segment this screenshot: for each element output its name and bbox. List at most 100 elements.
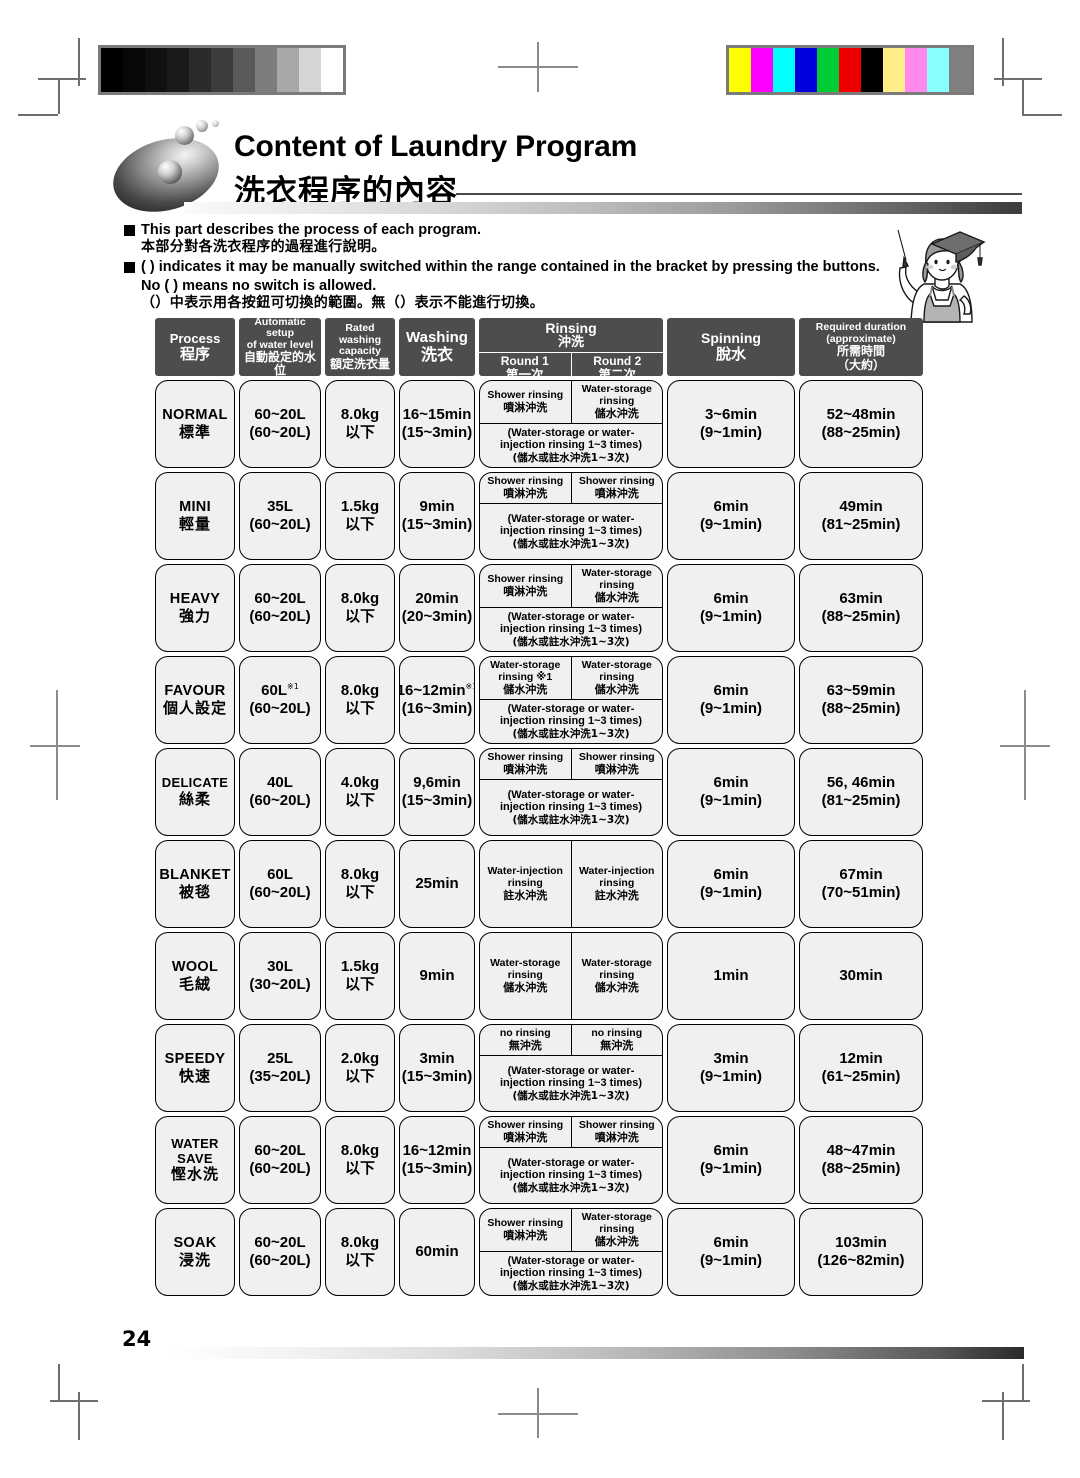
cell-rinsing: Shower rinsing 噴淋沖洗 Shower rinsing 噴淋沖洗 …	[479, 472, 663, 560]
cell-process-cn: 被毯	[178, 882, 211, 901]
table-header-row: Process 程序 Automatic setup of water level…	[155, 315, 923, 382]
cell-rinsing-note: (Water-storage or water-injection rinsin…	[480, 504, 662, 559]
header-water-level-en: Automatic setup of water level	[246, 315, 314, 351]
cell-spinning-secondary: (9~1min)	[699, 1068, 763, 1085]
cell-washing: 20min (20~3min)	[399, 564, 475, 652]
color-swatch-10	[949, 48, 971, 92]
cell-rinsing-round-2: Water-storage rinsing 儲水沖洗	[570, 1209, 663, 1251]
cell-water-level-primary: 60~20L	[254, 1142, 306, 1160]
cell-duration-primary: 63~59min	[826, 682, 896, 700]
cell-rinsing-round-2: Water-storage rinsing 儲水沖洗	[570, 657, 663, 699]
color-swatch-5	[839, 48, 861, 92]
cell-water-level-secondary: (60~20L)	[249, 1252, 311, 1269]
table-row: NORMAL 標準 60~20L (60~20L) 8.0kg 以下 16~15…	[155, 380, 923, 468]
color-swatch-6	[861, 48, 883, 92]
cell-rinsing-round-1-cn: 噴淋沖洗	[503, 584, 548, 598]
cell-rinsing-rounds: Shower rinsing 噴淋沖洗 Shower rinsing 噴淋沖洗	[480, 749, 662, 781]
cell-rinsing-round-1-cn: 儲水沖洗	[503, 980, 548, 994]
cell-duration: 48~47min (88~25min)	[799, 1116, 923, 1204]
header-duration-en: Required duration (approximate)	[815, 321, 907, 345]
cell-rinsing-round-2: Shower rinsing 噴淋沖洗	[570, 1117, 663, 1148]
header-washing-en: Washing	[406, 328, 468, 346]
cell-rinsing-round-2-en: Water-storage rinsing	[581, 957, 652, 981]
cell-rinsing-round-2-en: Shower rinsing	[578, 475, 655, 487]
cell-rinsing-round-2-cn: 儲水沖洗	[594, 406, 639, 420]
crop-mark-bottom-right	[982, 1364, 1042, 1440]
cell-spinning-secondary: (9~1min)	[699, 1252, 763, 1269]
cell-rinsing-rounds: Water-injection rinsing 註水沖洗 Water-injec…	[480, 841, 662, 927]
grayscale-swatch-7	[255, 48, 277, 92]
cell-capacity-primary: 8.0kg	[340, 590, 380, 608]
cell-rinsing-round-1-cn: 噴淋沖洗	[503, 400, 548, 414]
bullet-1-chinese: 本部分對各洗衣程序的過程進行說明。	[141, 239, 386, 256]
cell-water-level-primary: 40L	[267, 774, 293, 792]
cell-rinsing-round-1-en: Shower rinsing	[487, 475, 564, 487]
cell-rinsing: Water-injection rinsing 註水沖洗 Water-injec…	[479, 840, 663, 928]
bubble-dot-4	[212, 120, 219, 127]
cell-spinning: 6min (9~1min)	[667, 840, 795, 928]
header-capacity: Rated washing capacity 額定洗衣量	[325, 318, 395, 376]
cell-rinsing-round-1-en: no rinsing	[499, 1027, 551, 1039]
cell-duration-primary: 52~48min	[826, 406, 896, 424]
cell-washing-secondary: (15~3min)	[401, 516, 473, 533]
cell-rinsing-note-cn: (儲水或註水沖洗1~3次)	[512, 636, 630, 649]
cell-rinsing-rounds: Shower rinsing 噴淋沖洗 Water-storage rinsin…	[480, 1209, 662, 1252]
cell-rinsing-note: (Water-storage or water-injection rinsin…	[480, 1252, 662, 1295]
bullet-item-2: ( ) indicates it may be manually switche…	[124, 258, 914, 313]
cell-process-cn: 慳水洗	[170, 1165, 219, 1184]
cell-water-level-secondary: (60~20L)	[249, 1160, 311, 1177]
cell-rinsing-note: (Water-storage or water-injection rinsin…	[480, 1148, 662, 1203]
cell-capacity: 8.0kg 以下	[325, 380, 395, 468]
cell-rinsing-round-2-cn: 無沖洗	[600, 1038, 634, 1052]
cell-water-level-secondary: (35~20L)	[249, 1068, 311, 1085]
grayscale-calibration-bar	[98, 45, 346, 95]
cell-rinsing-rounds: Water-storage rinsing 儲水沖洗 Water-storage…	[480, 933, 662, 1019]
header-round-1: Round 1 第一次	[479, 353, 571, 381]
table-body: NORMAL 標準 60~20L (60~20L) 8.0kg 以下 16~15…	[155, 380, 923, 1296]
title-rule	[456, 193, 1022, 195]
cell-water-level: 30L (30~20L)	[239, 932, 321, 1020]
cell-spinning: 3~6min (9~1min)	[667, 380, 795, 468]
grayscale-swatch-5	[211, 48, 233, 92]
header-capacity-cn: 額定洗衣量	[329, 356, 390, 371]
color-swatch-1	[751, 48, 773, 92]
cell-washing-primary: 25min	[415, 875, 459, 893]
cell-spinning-primary: 6min	[713, 590, 749, 608]
cell-rinsing: no rinsing 無沖洗 no rinsing 無沖洗 (Water-sto…	[479, 1024, 663, 1112]
cell-duration: 67min (70~51min)	[799, 840, 923, 928]
cell-capacity-secondary: 以下	[344, 423, 375, 441]
cell-spinning-secondary: (9~1min)	[699, 516, 763, 533]
cell-rinsing-round-1: Shower rinsing 噴淋沖洗	[480, 1209, 571, 1251]
cell-rinsing-round-1: Water-injection rinsing 註水沖洗	[480, 841, 571, 927]
cell-rinsing-rounds: Shower rinsing 噴淋沖洗 Shower rinsing 噴淋沖洗	[480, 473, 662, 505]
cell-rinsing-round-1-cn: 噴淋沖洗	[503, 762, 548, 776]
title-gradient-bar	[184, 202, 1022, 214]
grayscale-swatch-9	[299, 48, 321, 92]
header-rinsing-cn: 沖洗	[557, 335, 584, 351]
cell-rinsing-round-2: Water-injection rinsing 註水沖洗	[570, 841, 663, 927]
cell-process: WATER SAVE 慳水洗	[155, 1116, 235, 1204]
cell-rinsing-round-1-en: Water-storage rinsing	[490, 957, 561, 981]
color-swatch-7	[883, 48, 905, 92]
cell-rinsing-round-2-en: no rinsing	[591, 1027, 643, 1039]
cell-water-level-secondary: (60~20L)	[249, 884, 311, 901]
cell-rinsing: Shower rinsing 噴淋沖洗 Shower rinsing 噴淋沖洗 …	[479, 748, 663, 836]
cell-duration-secondary: (126~82min)	[817, 1252, 905, 1269]
cell-duration-primary: 49min	[839, 498, 883, 516]
cell-process-en: WOOL	[171, 958, 219, 975]
cell-rinsing-round-2: Water-storage rinsing 儲水沖洗	[570, 565, 663, 607]
cell-capacity-primary: 8.0kg	[340, 406, 380, 424]
cell-spinning: 6min (9~1min)	[667, 472, 795, 560]
cell-process-en: SAVE	[177, 1151, 213, 1167]
cell-water-level: 40L (60~20L)	[239, 748, 321, 836]
cell-capacity: 8.0kg 以下	[325, 656, 395, 744]
cell-rinsing-note-cn: (儲水或註水沖洗1~3次)	[512, 814, 630, 827]
cell-spinning-primary: 6min	[713, 1142, 749, 1160]
bullet-1-english: This part describes the process of each …	[141, 222, 482, 238]
crop-mark-bottom-left	[38, 1364, 98, 1440]
cell-duration-primary: 30min	[839, 967, 883, 985]
cell-capacity: 2.0kg 以下	[325, 1024, 395, 1112]
cell-water-level-secondary: (60~20L)	[249, 792, 311, 809]
cell-rinsing-round-1-en: Shower rinsing	[487, 572, 564, 585]
cell-process-cn: 標準	[178, 422, 211, 441]
